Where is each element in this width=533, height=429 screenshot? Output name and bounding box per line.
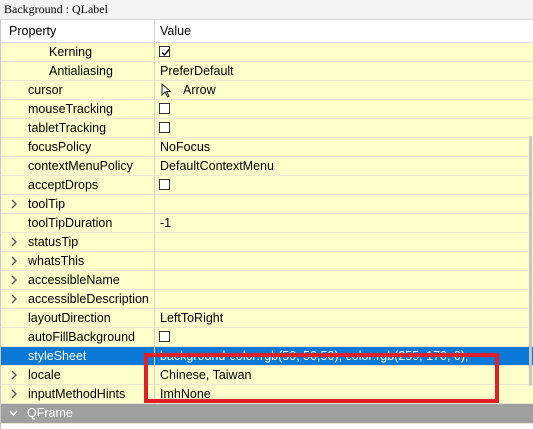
property-row-acceptdrops[interactable]: acceptDrops	[1, 176, 533, 195]
property-name: locale	[28, 368, 61, 382]
property-name: accessibleDescription	[28, 292, 149, 306]
property-name: focusPolicy	[28, 140, 92, 154]
value-checkbox[interactable]	[159, 331, 170, 342]
column-divider	[154, 366, 155, 385]
property-row-tooltipduration[interactable]: toolTipDuration -1	[1, 214, 533, 233]
property-row-accessiblename[interactable]: accessibleName	[1, 271, 533, 290]
column-divider	[154, 328, 155, 347]
property-value[interactable]: ImhNone	[160, 387, 211, 401]
property-name: Antialiasing	[49, 64, 113, 78]
checkmark-icon	[161, 49, 170, 57]
property-name: mouseTracking	[28, 102, 113, 116]
property-name: contextMenuPolicy	[28, 159, 133, 173]
chevron-right-icon[interactable]	[9, 274, 18, 286]
property-name: accessibleName	[28, 273, 120, 287]
vertical-scrollbar[interactable]	[527, 60, 533, 429]
property-value[interactable]: NoFocus	[160, 140, 210, 154]
property-name: cursor	[28, 83, 63, 97]
property-row-mousetracking[interactable]: mouseTracking	[1, 100, 533, 119]
chevron-right-icon[interactable]	[9, 293, 18, 305]
property-value[interactable]: DefaultContextMenu	[160, 159, 274, 173]
property-row-autofillbackground[interactable]: autoFillBackground	[1, 328, 533, 347]
property-row-statustip[interactable]: statusTip	[1, 233, 533, 252]
property-editor[interactable]: Property Value Kerning Antialiasing Prefer…	[0, 20, 533, 429]
column-divider	[154, 252, 155, 271]
column-divider	[154, 100, 155, 119]
value-checkbox[interactable]	[159, 179, 170, 190]
property-name: acceptDrops	[28, 178, 99, 192]
header-divider[interactable]	[154, 20, 155, 43]
property-value[interactable]: PreferDefault	[160, 64, 234, 78]
property-name: tabletTracking	[28, 121, 107, 135]
header-property[interactable]: Property	[9, 24, 56, 38]
column-divider	[154, 157, 155, 176]
property-name: Kerning	[49, 45, 93, 59]
property-header: Property Value	[1, 20, 533, 43]
property-name: whatsThis	[28, 254, 85, 268]
column-divider	[154, 271, 155, 290]
column-divider	[154, 119, 155, 138]
arrow-cursor-icon	[161, 83, 172, 98]
chevron-right-icon[interactable]	[9, 198, 18, 210]
property-row-layoutdirection[interactable]: layoutDirection LeftToRight	[1, 309, 533, 328]
property-row-tooltip[interactable]: toolTip	[1, 195, 533, 214]
column-divider	[154, 214, 155, 233]
property-name: layoutDirection	[28, 311, 111, 325]
property-row-focuspolicy[interactable]: focusPolicy NoFocus	[1, 138, 533, 157]
chevron-down-icon[interactable]	[9, 407, 18, 419]
column-divider	[154, 43, 155, 62]
property-row-stylesheet[interactable]: styleSheet background-color:rgb(50, 50,50…	[1, 347, 533, 366]
column-divider	[154, 81, 155, 100]
value-checkbox[interactable]	[159, 122, 170, 133]
column-divider	[154, 233, 155, 252]
property-name: autoFillBackground	[28, 330, 136, 344]
property-name: inputMethodHints	[28, 387, 126, 401]
column-divider	[154, 195, 155, 214]
property-name: statusTip	[28, 235, 79, 249]
column-divider	[154, 309, 155, 328]
property-row-cursor[interactable]: cursor Arrow	[1, 81, 533, 100]
value-checkbox[interactable]	[159, 46, 170, 57]
property-value[interactable]: background-color:rgb(50, 50,50); color:r…	[160, 349, 469, 363]
column-divider	[154, 138, 155, 157]
property-row-inputmethodhints[interactable]: inputMethodHints ImhNone	[1, 385, 533, 404]
column-divider	[154, 176, 155, 195]
chevron-right-icon[interactable]	[9, 388, 18, 400]
chevron-right-icon[interactable]	[9, 369, 18, 381]
header-value[interactable]: Value	[160, 24, 191, 38]
property-name: toolTip	[28, 197, 66, 211]
window-title: Background : QLabel	[0, 0, 533, 20]
column-divider	[154, 385, 155, 404]
column-divider	[154, 290, 155, 309]
property-row-contextmenupolicy[interactable]: contextMenuPolicy DefaultContextMenu	[1, 157, 533, 176]
property-row-accessibledescription[interactable]: accessibleDescription	[1, 290, 533, 309]
property-row-locale[interactable]: locale Chinese, Taiwan	[1, 366, 533, 385]
property-row-antialiasing[interactable]: Antialiasing PreferDefault	[1, 62, 533, 81]
property-value[interactable]: Arrow	[183, 83, 216, 97]
property-row-kerning[interactable]: Kerning	[1, 43, 533, 62]
scrollbar-thumb[interactable]	[529, 136, 532, 386]
chevron-right-icon[interactable]	[9, 255, 18, 267]
property-row-whatsthis[interactable]: whatsThis	[1, 252, 533, 271]
property-name: toolTipDuration	[28, 216, 113, 230]
property-rows: Kerning Antialiasing PreferDefault cursor Ar…	[1, 43, 533, 424]
property-name: QFrame	[27, 406, 73, 420]
value-checkbox[interactable]	[159, 103, 170, 114]
property-row-tablettracking[interactable]: tabletTracking	[1, 119, 533, 138]
chevron-right-icon[interactable]	[9, 236, 18, 248]
property-value[interactable]: LeftToRight	[160, 311, 223, 325]
column-divider	[154, 62, 155, 81]
property-value[interactable]: Chinese, Taiwan	[160, 368, 252, 382]
property-name: styleSheet	[28, 349, 87, 363]
column-divider	[154, 347, 155, 366]
property-value[interactable]: -1	[160, 216, 171, 230]
property-row-qframe[interactable]: QFrame	[1, 404, 533, 424]
